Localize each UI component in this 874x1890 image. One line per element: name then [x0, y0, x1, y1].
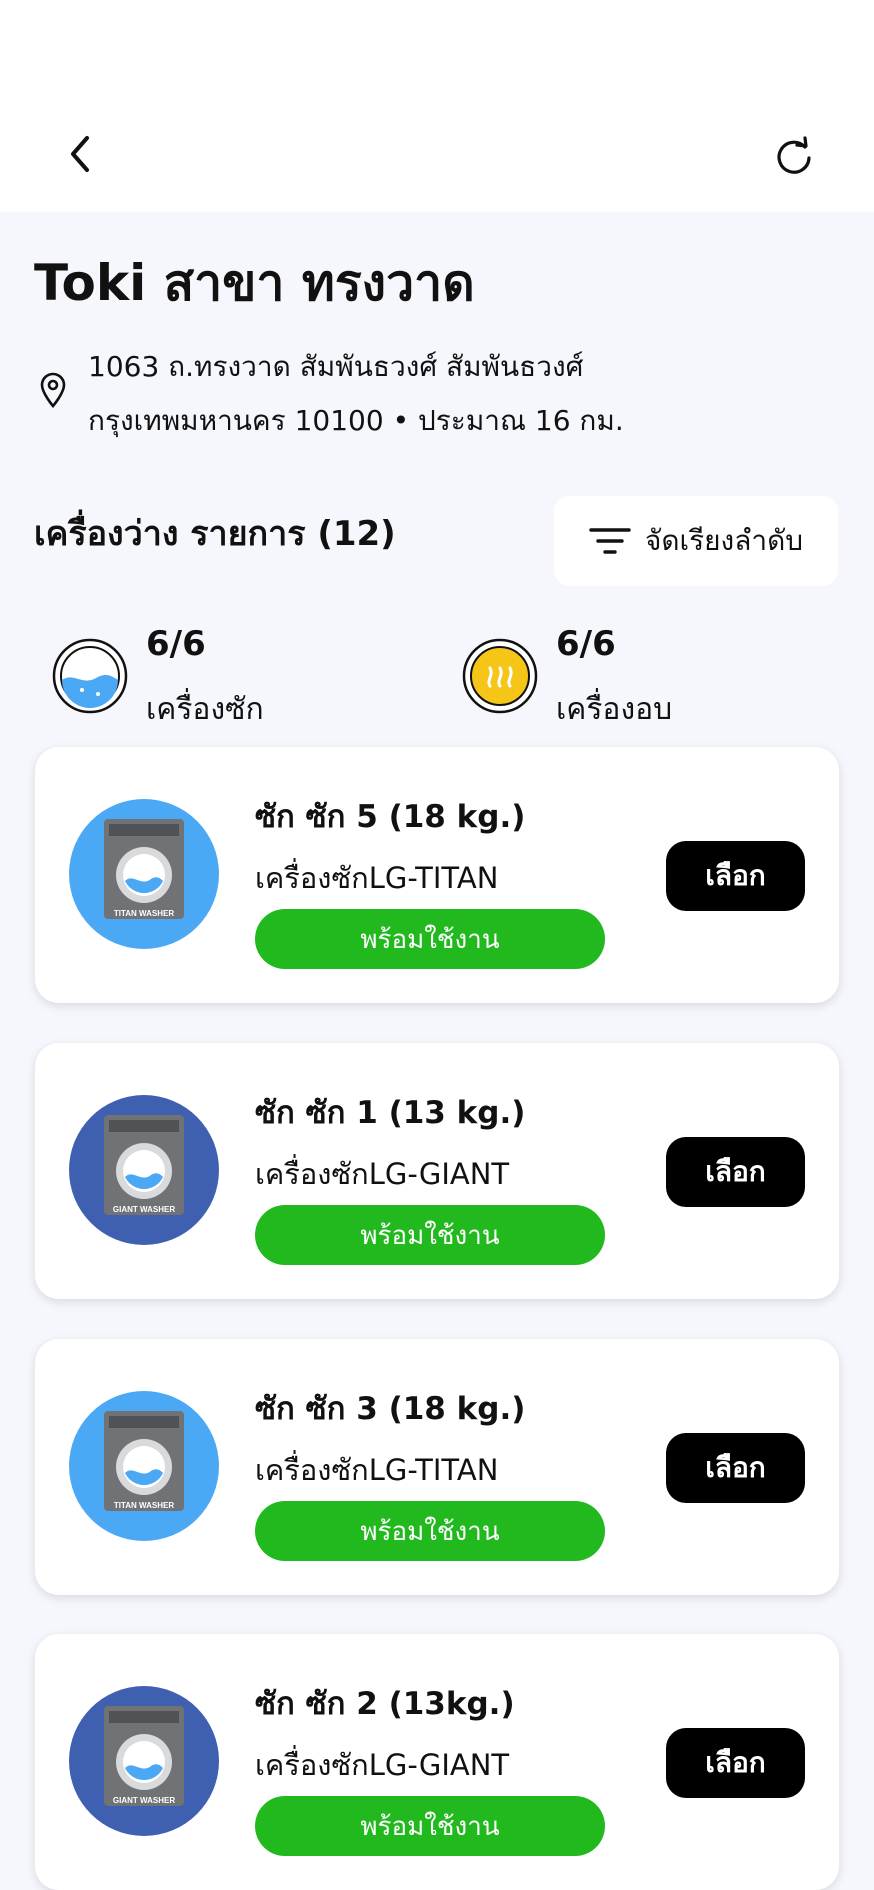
dryer-label: เครื่องอบ [556, 692, 673, 727]
dryer-icon [462, 638, 538, 714]
titan-washer-icon: TITAN WASHER [69, 1391, 219, 1541]
address-line-2: กรุงเทพมหานคร 10100 • ประมาณ 16 กม. [88, 404, 624, 437]
location-pin-icon [40, 372, 66, 408]
machine-card[interactable]: GIANT WASHER ซัก ซัก 1 (13 kg.) เครื่องซ… [35, 1043, 839, 1299]
machine-card[interactable]: TITAN WASHER ซัก ซัก 3 (18 kg.) เครื่องซ… [35, 1339, 839, 1595]
machine-name: ซัก ซัก 1 (13 kg.) [255, 1095, 526, 1131]
status-badge: พร้อมใช้งาน [255, 1501, 605, 1561]
refresh-button[interactable] [770, 134, 818, 182]
washer-label: เครื่องซัก [146, 692, 264, 727]
svg-text:TITAN WASHER: TITAN WASHER [114, 1501, 175, 1510]
top-bar [0, 0, 874, 212]
svg-text:GIANT WASHER: GIANT WASHER [113, 1205, 175, 1214]
select-button[interactable]: เลือก [666, 1433, 805, 1503]
machine-model: เครื่องซักLG-TITAN [255, 861, 499, 895]
machine-name: ซัก ซัก 3 (18 kg.) [255, 1391, 526, 1427]
filter-lines-icon [589, 528, 631, 554]
sort-label: จัดเรียงลำดับ [644, 524, 804, 557]
machine-name: ซัก ซัก 5 (18 kg.) [255, 799, 526, 835]
machine-card[interactable]: GIANT WASHER ซัก ซัก 2 (13kg.) เครื่องซั… [35, 1634, 839, 1890]
machine-model: เครื่องซักLG-GIANT [255, 1748, 510, 1782]
machine-model: เครื่องซักLG-TITAN [255, 1453, 499, 1487]
svg-text:GIANT WASHER: GIANT WASHER [113, 1796, 175, 1805]
machine-model: เครื่องซักLG-GIANT [255, 1157, 510, 1191]
back-button[interactable] [58, 132, 102, 176]
address-line-1: 1063 ถ.ทรงวาด สัมพันธวงศ์ สัมพันธวงศ์ [88, 350, 584, 383]
select-button[interactable]: เลือก [666, 841, 805, 911]
washer-icon [52, 638, 128, 714]
svg-text:TITAN WASHER: TITAN WASHER [114, 909, 175, 918]
branch-address: 1063 ถ.ทรงวาด สัมพันธวงศ์ สัมพันธวงศ์ กร… [88, 340, 828, 448]
select-button[interactable]: เลือก [666, 1137, 805, 1207]
washer-count: 6/6 [146, 624, 206, 664]
refresh-icon [777, 136, 811, 174]
titan-washer-icon: TITAN WASHER [69, 799, 219, 949]
available-machines-title: เครื่องว่าง รายการ (12) [34, 514, 396, 554]
giant-washer-icon: GIANT WASHER [69, 1686, 219, 1836]
status-badge: พร้อมใช้งาน [255, 1796, 605, 1856]
status-badge: พร้อมใช้งาน [255, 1205, 605, 1265]
machine-card[interactable]: TITAN WASHER ซัก ซัก 5 (18 kg.) เครื่องซ… [35, 747, 839, 1003]
select-button[interactable]: เลือก [666, 1728, 805, 1798]
machine-name: ซัก ซัก 2 (13kg.) [255, 1686, 515, 1722]
sort-button[interactable]: จัดเรียงลำดับ [554, 496, 838, 586]
dryer-count: 6/6 [556, 624, 616, 664]
giant-washer-icon: GIANT WASHER [69, 1095, 219, 1245]
status-badge: พร้อมใช้งาน [255, 909, 605, 969]
chevron-left-icon [71, 136, 89, 172]
page-title: Toki สาขา ทรงวาด [34, 254, 475, 312]
